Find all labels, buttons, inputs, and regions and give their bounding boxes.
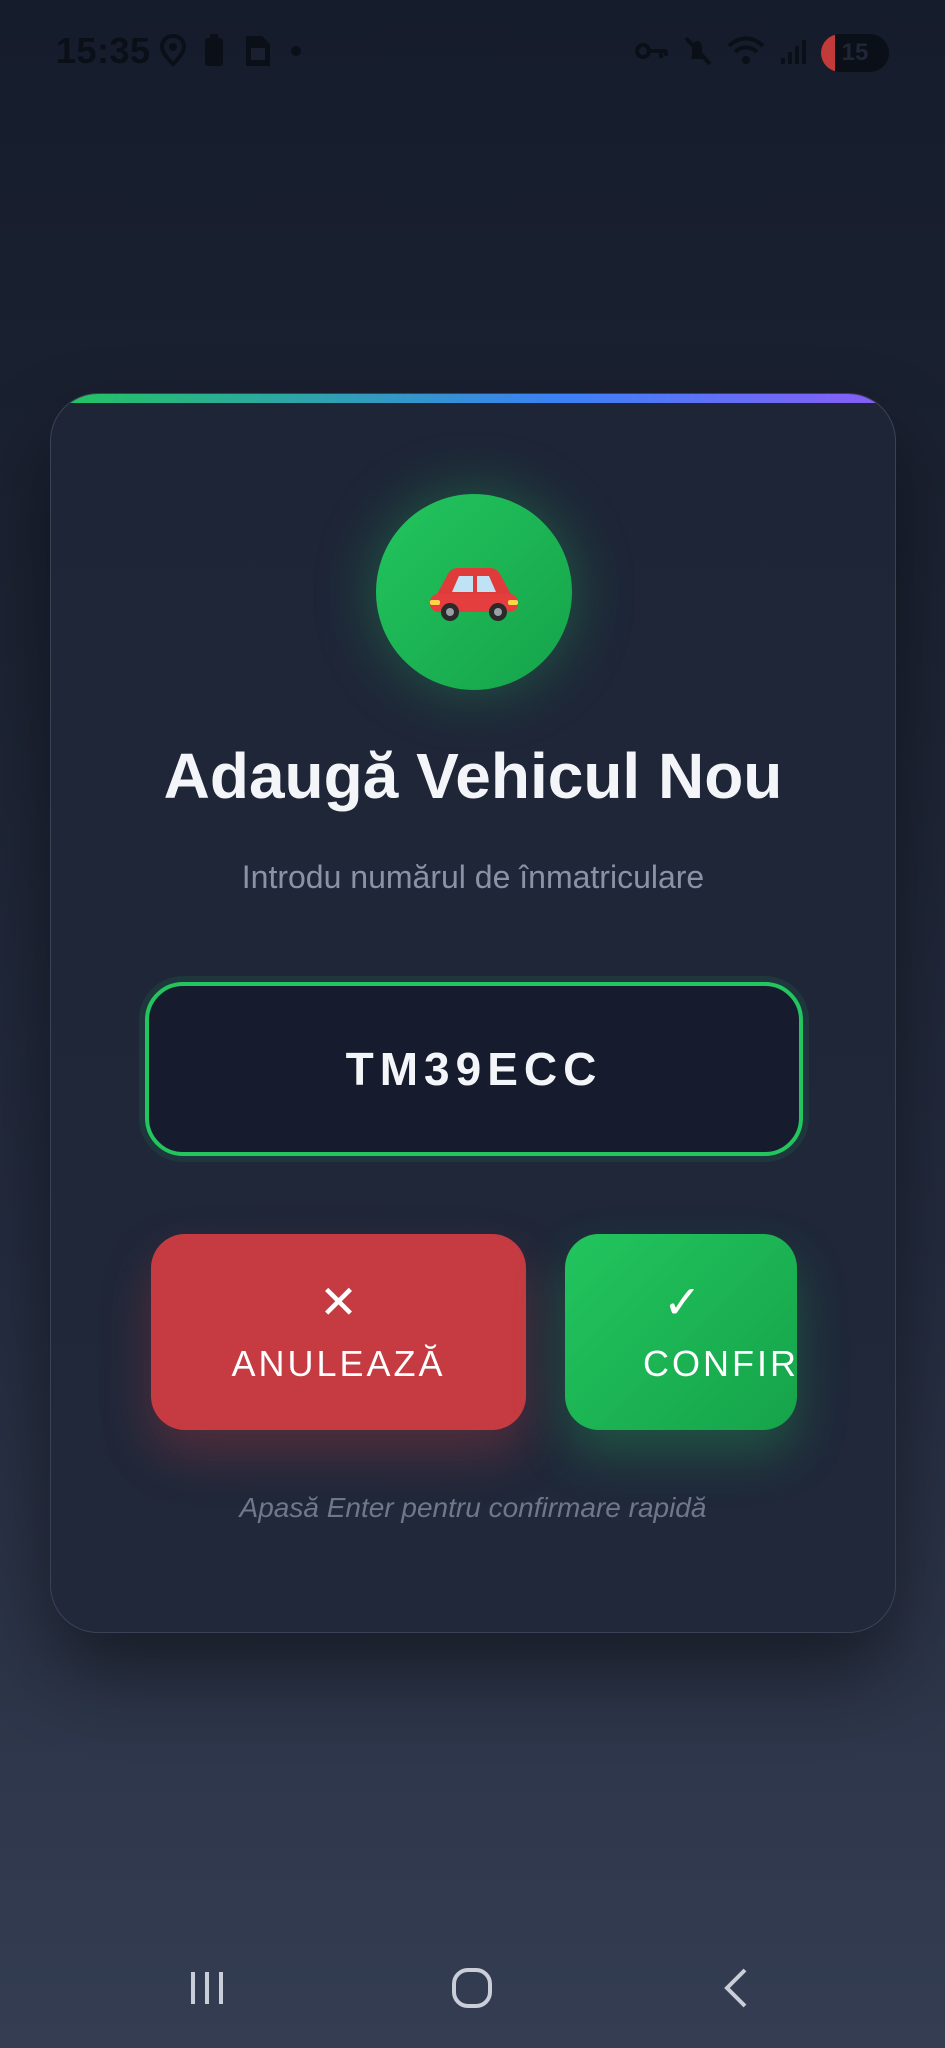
cancel-label: ANULEAZĂ <box>231 1343 446 1384</box>
recent-apps-button[interactable] <box>167 1958 247 2018</box>
battery-saver-icon <box>204 34 224 73</box>
cancel-button[interactable]: ✕ ANULEAZĂ <box>151 1234 526 1430</box>
back-button[interactable] <box>697 1958 777 2018</box>
dot-icon <box>290 34 302 73</box>
home-icon <box>452 1968 492 2008</box>
plate-input-focus-ring <box>139 976 809 1162</box>
confirm-button[interactable]: ✓ CONFIR <box>565 1234 797 1430</box>
back-icon <box>724 1968 747 2008</box>
navigation-bar <box>0 1930 945 2048</box>
enter-hint: Apasă Enter pentru confirmare rapidă <box>239 1492 707 1523</box>
signal-icon <box>779 36 807 71</box>
battery-indicator: 15 <box>821 34 889 72</box>
wifi-icon <box>727 36 765 71</box>
key-icon <box>635 40 669 67</box>
dialog-title: Adaugă Vehicul Nou <box>163 740 783 812</box>
status-bar: 15:35 15 <box>0 0 945 105</box>
mute-icon <box>683 35 713 72</box>
sim-icon <box>242 34 272 73</box>
battery-low-marker <box>821 34 835 72</box>
vehicle-icon-circle <box>376 494 572 690</box>
plate-number-input[interactable] <box>145 982 803 1156</box>
battery-level: 15 <box>841 39 869 66</box>
home-button[interactable] <box>432 1958 512 2018</box>
confirm-label: CONFIR <box>643 1343 797 1384</box>
dialog-accent-bar <box>51 394 895 403</box>
status-right-icons: 15 <box>635 34 889 72</box>
car-icon <box>430 568 518 621</box>
recent-apps-icon <box>191 1972 223 2004</box>
status-time: 15:35 <box>56 30 151 71</box>
checkmark-icon: ✓ <box>663 1276 702 1328</box>
dialog-subtitle: Introdu numărul de înmatriculare <box>241 859 705 895</box>
status-left-icons <box>159 33 302 73</box>
location-icon <box>159 33 187 73</box>
close-icon: ✕ <box>319 1276 358 1328</box>
add-vehicle-dialog: Adaugă Vehicul Nou Introdu numărul de în… <box>50 393 896 1633</box>
